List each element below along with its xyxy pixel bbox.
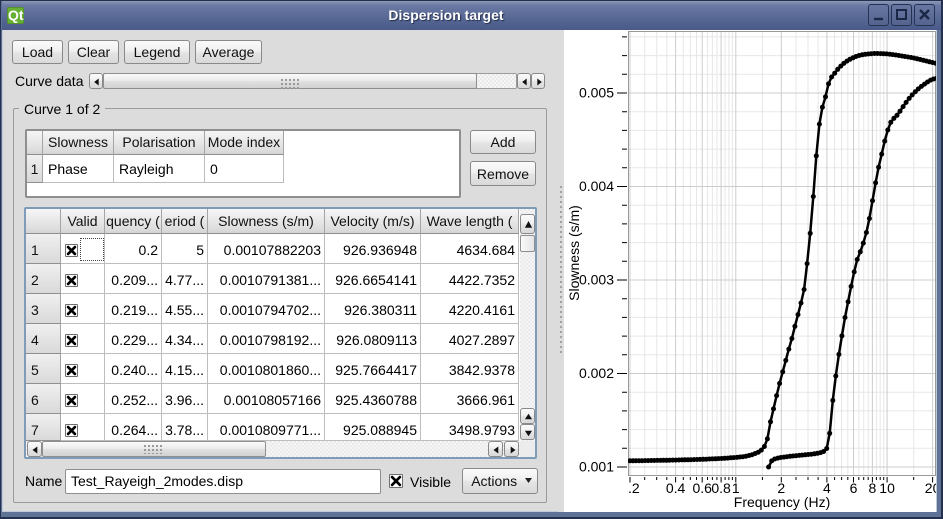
svg-text:6: 6	[850, 480, 858, 496]
svg-text:0.003: 0.003	[579, 272, 614, 288]
svg-text:0.005: 0.005	[579, 85, 614, 101]
svg-text:0.004: 0.004	[579, 178, 614, 194]
svg-text:Slowness (s/m): Slowness (s/m)	[566, 205, 582, 301]
svg-text:0.002: 0.002	[579, 365, 614, 381]
svg-text:0.4: 0.4	[666, 480, 686, 496]
svg-text:.2: .2	[628, 480, 640, 496]
svg-text:8: 8	[869, 480, 877, 496]
svg-text:10: 10	[879, 480, 895, 496]
svg-text:20: 20	[925, 480, 936, 496]
svg-text:0.6: 0.6	[692, 480, 712, 496]
svg-text:0.001: 0.001	[579, 459, 614, 475]
svg-text:Frequency (Hz): Frequency (Hz)	[734, 494, 830, 510]
svg-text:0.8: 0.8	[711, 480, 731, 496]
